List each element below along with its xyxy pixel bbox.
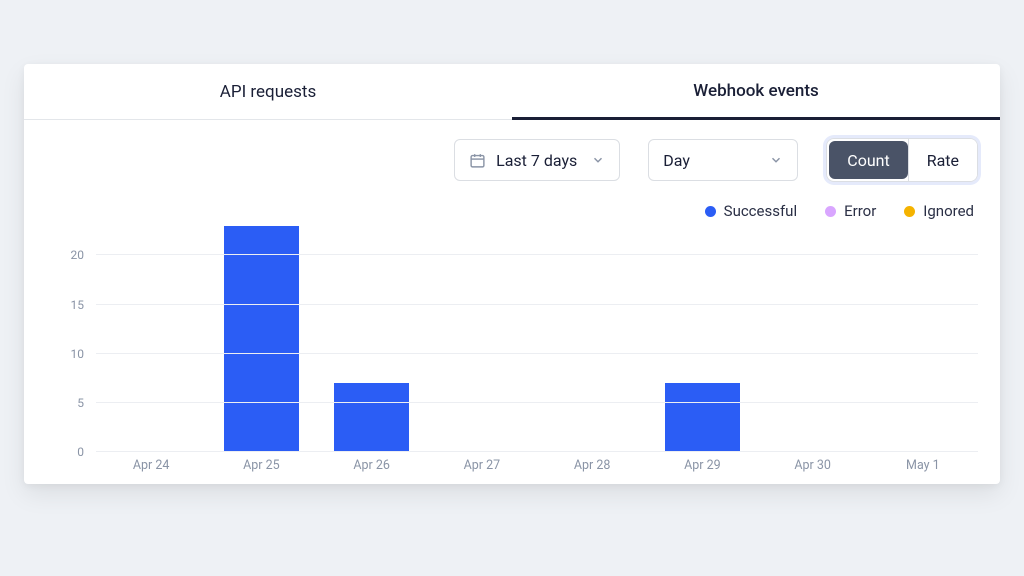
x-tick-label: Apr 28 [537,452,647,474]
legend-dot-icon [825,206,836,217]
bar-slot [427,226,537,452]
bar-slot [868,226,978,452]
bar-slot [647,226,757,452]
gridline [96,304,978,305]
plot-area [96,226,978,452]
tab-label: API requests [220,82,316,102]
bar-slot [96,226,206,452]
controls-row: Last 7 days Day Count Rate [24,120,1000,190]
chart-area: 05101520 Apr 24Apr 25Apr 26Apr 27Apr 28A… [24,226,1000,484]
x-tick-label: Apr 30 [758,452,868,474]
x-tick-label: May 1 [868,452,978,474]
x-axis: Apr 24Apr 25Apr 26Apr 27Apr 28Apr 29Apr … [96,452,978,474]
legend-item-error: Error [825,202,876,220]
legend-dot-icon [705,206,716,217]
bar-chart: 05101520 Apr 24Apr 25Apr 26Apr 27Apr 28A… [46,226,978,474]
x-tick-label: Apr 24 [96,452,206,474]
tab-api-requests[interactable]: API requests [24,64,512,120]
dashboard-card: API requests Webhook events Last 7 days … [24,64,1000,484]
calendar-icon [469,152,486,169]
legend-label: Ignored [923,202,974,220]
bar-slot [758,226,868,452]
y-tick-label: 10 [46,347,84,361]
y-tick-label: 5 [46,396,84,410]
legend-label: Successful [724,202,797,220]
legend-item-ignored: Ignored [904,202,974,220]
chart-legend: Successful Error Ignored [24,190,1000,226]
gridline [96,353,978,354]
x-tick-label: Apr 29 [647,452,757,474]
gridline [96,254,978,255]
chevron-down-icon [591,153,605,167]
bar-slot [317,226,427,452]
chevron-down-icon [769,153,783,167]
gridline [96,402,978,403]
rate-label: Rate [927,151,959,170]
y-tick-label: 0 [46,445,84,459]
legend-item-successful: Successful [705,202,797,220]
x-tick-label: Apr 25 [206,452,316,474]
bar-slot [537,226,647,452]
y-tick-label: 20 [46,248,84,262]
rate-button[interactable]: Rate [908,139,977,181]
date-range-picker[interactable]: Last 7 days [454,139,620,181]
date-range-label: Last 7 days [496,151,577,170]
tab-label: Webhook events [693,81,819,101]
y-tick-label: 15 [46,298,84,312]
legend-label: Error [844,202,876,220]
y-axis: 05101520 [46,226,90,452]
x-tick-label: Apr 27 [427,452,537,474]
bar [334,383,409,452]
tab-webhook-events[interactable]: Webhook events [512,64,1000,120]
bar [224,226,299,452]
bars-container [96,226,978,452]
count-button[interactable]: Count [829,141,907,179]
granularity-label: Day [663,151,690,170]
bar-slot [206,226,316,452]
x-tick-label: Apr 26 [317,452,427,474]
tab-bar: API requests Webhook events [24,64,1000,120]
count-label: Count [847,151,889,170]
legend-dot-icon [904,206,915,217]
bar [665,383,740,452]
granularity-select[interactable]: Day [648,139,798,181]
count-rate-toggle: Count Rate [826,138,978,182]
